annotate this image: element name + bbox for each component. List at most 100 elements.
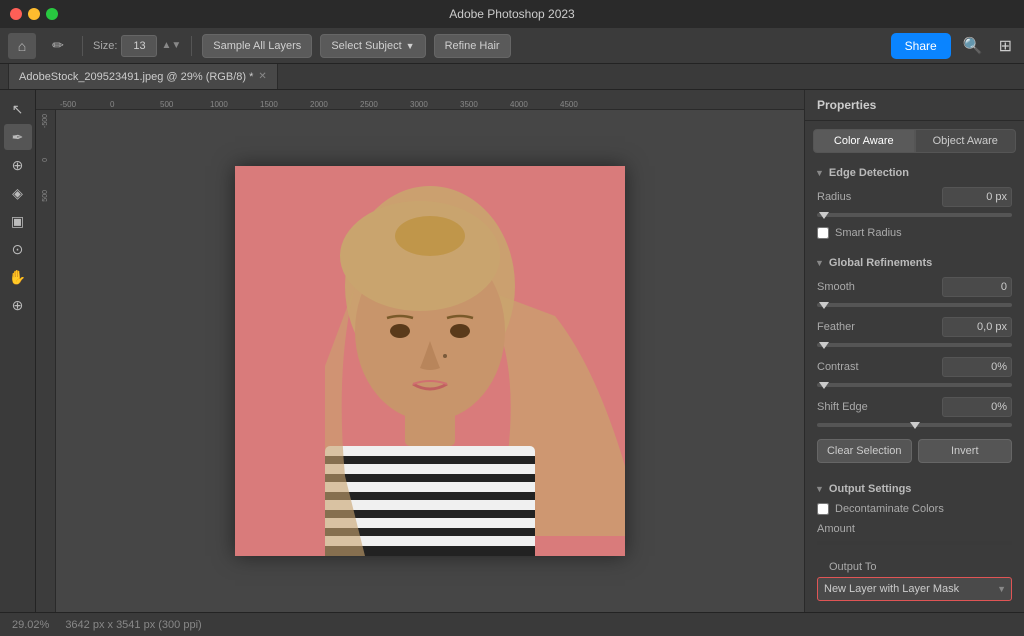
share-button[interactable]: Share [891,33,951,59]
smooth-input[interactable] [942,277,1012,297]
sample-all-layers-button[interactable]: Sample All Layers [202,34,312,58]
feather-slider-thumb[interactable] [819,342,829,349]
select-subject-label: Select Subject [331,40,401,52]
ruler-mark: 4500 [560,100,610,109]
decontaminate-colors-label: Decontaminate Colors [835,503,944,515]
share-label: Share [905,39,937,53]
tab-close-icon[interactable]: ✕ [258,71,266,82]
global-refinements-arrow[interactable]: ▼ [815,258,824,268]
image-canvas[interactable] [235,166,625,556]
panels-icon-button[interactable]: ⊞ [995,34,1016,58]
ruler-left-mark: 0 [42,158,49,162]
ruler-mark: 1500 [260,100,310,109]
size-input[interactable] [121,35,157,57]
document-dimensions: 3642 px x 3541 px (300 ppi) [65,619,201,631]
radius-slider-row [805,211,1024,223]
output-settings-arrow[interactable]: ▼ [815,484,824,494]
pen-tool-icon[interactable]: ✒ [4,124,32,150]
amount-row: Amount [805,519,1024,539]
size-arrows[interactable]: ▲▼ [161,40,181,51]
ruler-left: -500 0 500 [36,110,56,612]
contrast-input[interactable] [942,357,1012,377]
smooth-label: Smooth [817,281,855,293]
canvas-area[interactable]: -500 0 500 1000 1500 2000 2500 3000 3500… [36,90,804,612]
smart-radius-checkbox[interactable] [817,227,829,239]
refine-hair-button[interactable]: Refine Hair [434,34,511,58]
feather-row: Feather [805,313,1024,341]
smooth-row: Smooth [805,273,1024,301]
top-right-controls: Share 🔍 ⊞ [891,33,1016,59]
contrast-row: Contrast [805,353,1024,381]
output-to-select[interactable]: New Layer with Layer Mask New Layer Laye… [817,577,1012,601]
output-to-row: Output To [817,557,1012,577]
eraser-tool-icon[interactable]: ▣ [4,208,32,234]
left-toolbox: ↖ ✒ ⊕ ◈ ▣ ⊙ ✋ ⊕ [0,90,36,612]
amount-slider-row [805,539,1024,551]
ruler-mark: 3500 [460,100,510,109]
heal-tool-icon[interactable]: ⊕ [4,152,32,178]
edge-detection-label: Edge Detection [829,167,909,179]
shift-edge-input[interactable] [942,397,1012,417]
stamp-tool-icon[interactable]: ◈ [4,180,32,206]
contrast-label: Contrast [817,361,859,373]
ruler-mark: 4000 [510,100,560,109]
decontaminate-colors-checkbox[interactable] [817,503,829,515]
action-buttons: Clear Selection Invert [805,433,1024,469]
select-subject-arrow-icon: ▼ [406,41,415,51]
minimize-button[interactable] [28,8,40,20]
object-aware-button[interactable]: Object Aware [915,129,1017,153]
search-icon-button[interactable]: 🔍 [959,34,987,58]
radius-input[interactable] [942,187,1012,207]
amount-label: Amount [817,523,855,535]
output-select-wrapper: New Layer with Layer Mask New Layer Laye… [817,577,1012,601]
shift-edge-slider-track[interactable] [817,423,1012,427]
smooth-slider-track[interactable] [817,303,1012,307]
feather-input[interactable] [942,317,1012,337]
select-subject-button[interactable]: Select Subject ▼ [320,34,425,58]
ruler-top: -500 0 500 1000 1500 2000 2500 3000 3500… [36,90,804,110]
maximize-button[interactable] [46,8,58,20]
feather-label: Feather [817,321,855,333]
smooth-slider-thumb[interactable] [819,302,829,309]
smooth-slider-row [805,301,1024,313]
radius-slider-thumb[interactable] [819,212,829,219]
move-tool-icon[interactable]: ↖ [4,96,32,122]
edge-detection-arrow[interactable]: ▼ [815,168,824,178]
window-title: Adobe Photoshop 2023 [449,7,574,21]
clear-selection-button[interactable]: Clear Selection [817,439,912,463]
file-tab[interactable]: AdobeStock_209523491.jpeg @ 29% (RGB/8) … [8,64,278,89]
global-refinements-label: Global Refinements [829,257,932,269]
amount-slider-track [817,541,1012,545]
feather-slider-row [805,341,1024,353]
tab-bar: AdobeStock_209523491.jpeg @ 29% (RGB/8) … [0,64,1024,90]
decontaminate-row: Decontaminate Colors [805,499,1024,519]
home-toolbar-icon[interactable]: ⌂ [8,33,36,59]
mode-buttons: Color Aware Object Aware [813,129,1016,153]
feather-slider-track[interactable] [817,343,1012,347]
title-bar: Adobe Photoshop 2023 [0,0,1024,28]
ruler-mark: 2000 [310,100,360,109]
brush-toolbar-icon[interactable]: ✏ [44,33,72,59]
invert-button[interactable]: Invert [918,439,1013,463]
ruler-mark: 1000 [210,100,260,109]
contrast-slider-track[interactable] [817,383,1012,387]
toolbar-separator-1 [82,36,83,56]
canvas-content[interactable] [56,110,804,612]
shift-edge-row: Shift Edge [805,393,1024,421]
shift-edge-slider-thumb[interactable] [910,422,920,429]
refine-hair-label: Refine Hair [445,40,500,52]
ruler-left-mark: -500 [42,114,49,128]
shift-edge-label: Shift Edge [817,401,868,413]
lasso-tool-icon[interactable]: ⊙ [4,236,32,262]
zoom-level: 29.02% [12,619,49,631]
main-area: ↖ ✒ ⊕ ◈ ▣ ⊙ ✋ ⊕ -500 0 500 1000 1500 200… [0,90,1024,612]
radius-slider-track[interactable] [817,213,1012,217]
properties-panel: Properties Color Aware Object Aware ▼ Ed… [804,90,1024,612]
contrast-slider-thumb[interactable] [819,382,829,389]
color-aware-button[interactable]: Color Aware [813,129,915,153]
zoom-tool-icon[interactable]: ⊕ [4,292,32,318]
ruler-left-mark: 500 [42,190,49,202]
hand-tool-icon[interactable]: ✋ [4,264,32,290]
toolbar: ⌂ ✏ Size: ▲▼ Sample All Layers Select Su… [0,28,1024,64]
close-button[interactable] [10,8,22,20]
